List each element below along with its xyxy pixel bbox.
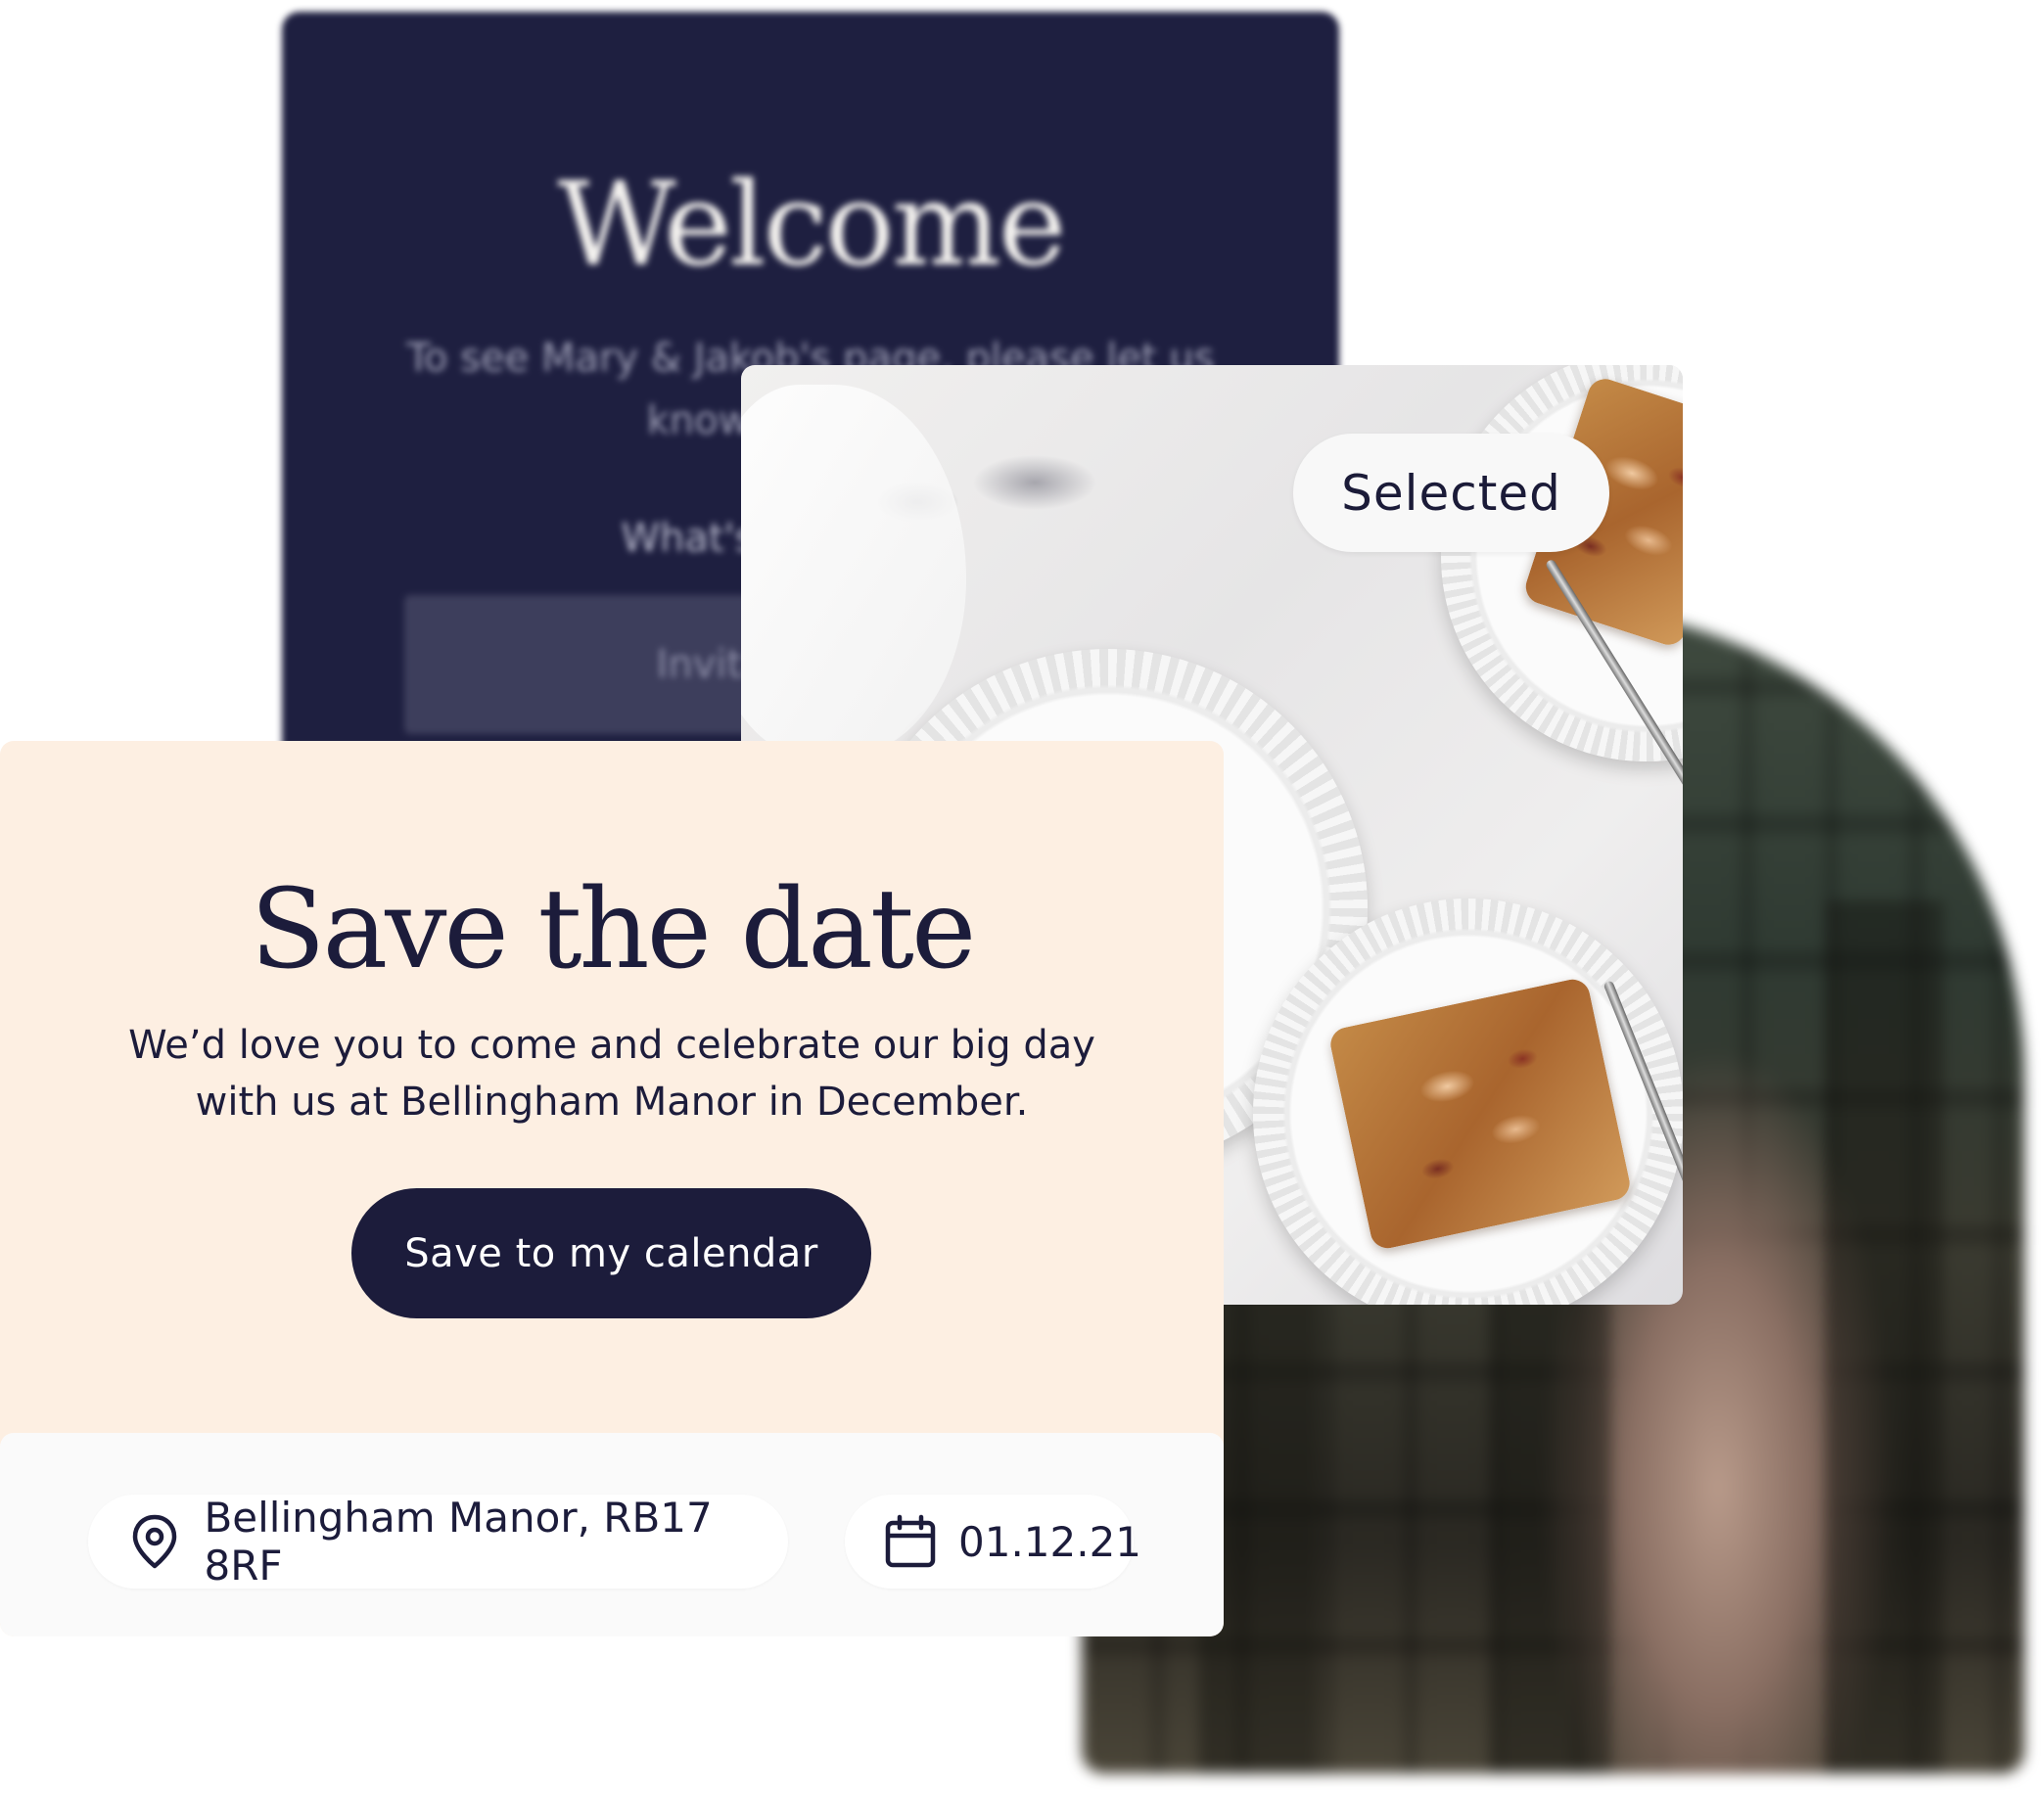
map-pin-icon xyxy=(127,1513,182,1570)
location-text: Bellingham Manor, RB17 8RF xyxy=(204,1494,713,1590)
date-text: 01.12.21 xyxy=(958,1517,1142,1566)
location-chip[interactable]: Bellingham Manor, RB17 8RF xyxy=(88,1494,788,1590)
welcome-title: Welcome xyxy=(557,157,1066,292)
save-the-date-card: Save the date We’d love you to come and … xyxy=(0,741,1224,1636)
message-line-1: We’d love you to come and celebrate our … xyxy=(128,1023,1095,1068)
date-chip[interactable]: 01.12.21 xyxy=(845,1495,1141,1589)
message-line-2: with us at Bellingham Manor in December. xyxy=(195,1080,1029,1125)
selected-badge: Selected xyxy=(1293,434,1609,552)
save-the-date-title: Save the date xyxy=(250,866,976,993)
event-details-footer: Bellingham Manor, RB17 8RF 01.12.21 xyxy=(0,1433,1224,1636)
save-to-calendar-button[interactable]: Save to my calendar xyxy=(351,1188,871,1318)
calendar-icon xyxy=(884,1513,937,1570)
save-the-date-message: We’d love you to come and celebrate our … xyxy=(98,1017,1126,1130)
napkin-image xyxy=(741,385,966,757)
